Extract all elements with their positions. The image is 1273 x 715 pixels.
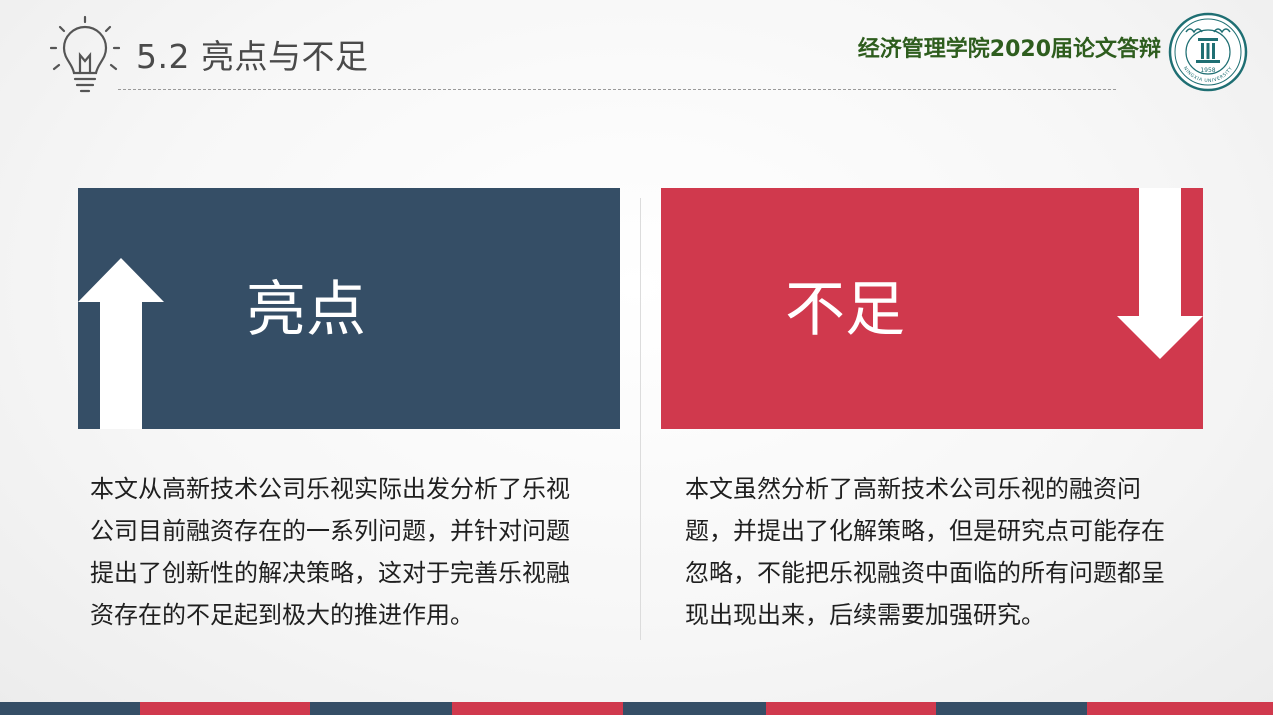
arrow-up-icon [78, 258, 164, 429]
arrow-down-icon [1117, 188, 1203, 359]
weakness-description: 本文虽然分析了高新技术公司乐视的融资问题，并提出了化解策略，但是研究点可能存在忽… [685, 475, 1165, 629]
bar-segment [0, 702, 140, 715]
bar-segment [140, 702, 310, 715]
strength-label: 亮点 [246, 275, 366, 345]
bar-segment [1087, 702, 1273, 715]
header-divider [118, 89, 1116, 90]
bar-segment [766, 702, 936, 715]
university-emblem-icon: 1958 NINGXIA UNIVERSITY [1168, 12, 1248, 92]
bar-segment [310, 702, 452, 715]
bar-segment [936, 702, 1087, 715]
bar-segment [623, 702, 766, 715]
lightbulb-icon [50, 15, 120, 93]
slide: 5.2 亮点与不足 经济管理学院2020届论文答辩 1958 NINGXIA U… [0, 0, 1273, 715]
center-divider [640, 198, 641, 640]
bar-segment [452, 702, 623, 715]
strength-card: 亮点 [78, 188, 620, 429]
weakness-label: 不足 [785, 275, 905, 345]
slide-title: 5.2 亮点与不足 [136, 37, 369, 76]
weakness-card: 不足 [661, 188, 1203, 429]
emblem-year: 1958 [1200, 67, 1215, 74]
defense-title: 经济管理学院2020届论文答辩 [857, 37, 1161, 62]
bottom-color-bar [0, 702, 1273, 715]
strength-description: 本文从高新技术公司乐视实际出发分析了乐视公司目前融资存在的一系列问题，并针对问题… [90, 475, 570, 629]
